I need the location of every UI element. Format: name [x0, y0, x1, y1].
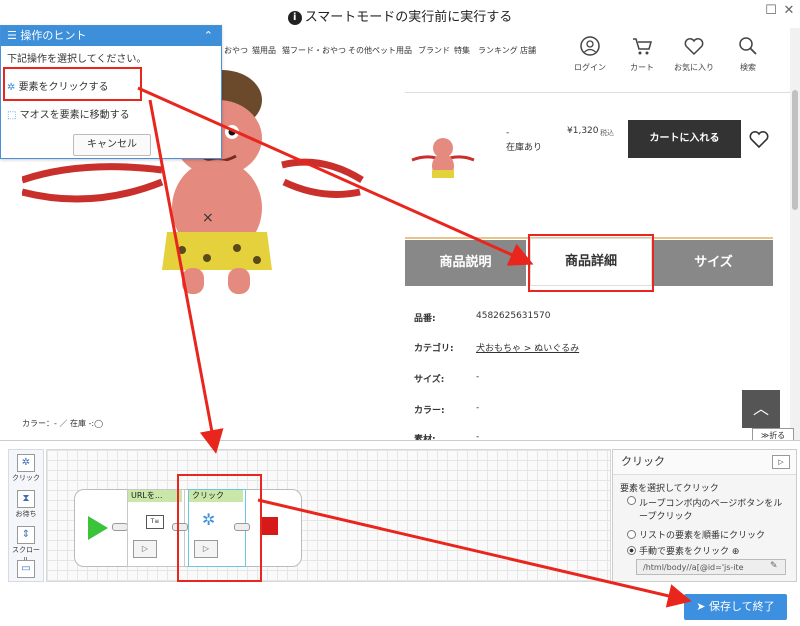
radio-icon [627, 530, 636, 539]
hint-header: ☰ 操作のヒント ⌃ [1, 26, 221, 46]
send-icon: ➤ [696, 600, 710, 613]
nav-item-feature[interactable]: 特集 [454, 45, 470, 56]
radio-manual-click[interactable]: 手動で要素をクリック ⊕ [627, 544, 739, 557]
click-icon: ✲ [17, 454, 35, 472]
nav-item-ranking[interactable]: ランキング [478, 45, 518, 56]
scrollbar-thumb[interactable] [792, 90, 798, 210]
window-icon: ▭ [17, 560, 35, 578]
play-icon[interactable]: ▷ [772, 455, 790, 469]
highlight-option-click [3, 67, 142, 101]
product-name: - [506, 128, 510, 138]
highlight-tab-details [528, 234, 654, 292]
palette-click-label: クリック [12, 474, 40, 482]
node-open-url-play[interactable]: ▷ [133, 540, 157, 558]
detail-key-category: カテゴリ: [414, 344, 454, 354]
price: ¥1,320 [567, 126, 599, 136]
cart-icon [633, 38, 652, 55]
action-palette: ✲クリック ⧗お待ち ⇕スクロール ▭ [8, 449, 44, 582]
nav-item-brand[interactable]: ブランド [418, 45, 450, 56]
tab-size[interactable]: サイズ [654, 240, 773, 286]
save-and-exit-button[interactable]: ➤ 保存して終了 [684, 594, 787, 620]
tab-description[interactable]: 商品説明 [405, 240, 526, 286]
detail-key-color: カラー: [414, 406, 445, 416]
favorites-link[interactable]: お気に入り [674, 35, 714, 73]
search-label: 検索 [740, 63, 756, 72]
back-to-top-button[interactable]: ︿ [742, 390, 780, 428]
collapse-label: 折る [769, 431, 786, 440]
nav-item-other-pet[interactable]: その他ペット用品 [348, 45, 412, 56]
login-link[interactable]: ログイン [570, 35, 610, 73]
nav-item-cat-food[interactable]: 猫フード・おやつ [282, 45, 346, 56]
properties-title: クリック ▷ [613, 450, 796, 475]
search-link[interactable]: 検索 [728, 35, 768, 73]
save-and-exit-label: 保存して終了 [709, 600, 775, 613]
window-title: i スマートモードの実行前に実行する [0, 6, 800, 25]
search-icon [739, 37, 757, 55]
edit-pencil-icon[interactable]: ✎ [770, 561, 778, 571]
node-open-url-label: URLを... [128, 490, 182, 502]
detail-value-color: - [476, 403, 480, 413]
window-title-text: スマートモードの実行前に実行する [304, 10, 513, 25]
hourglass-icon: ⧗ [17, 490, 35, 508]
stock-status: 在庫あり [506, 143, 543, 153]
login-label: ログイン [574, 63, 606, 72]
detail-value-size: - [476, 372, 480, 382]
xpath-field[interactable]: /html/body//a[@id='js-ite [636, 559, 786, 575]
detail-value-sku: 4582625631570 [476, 311, 551, 321]
radio-manual-click-label: 手動で要素をクリック [639, 547, 730, 557]
mouse-move-icon: ⬚ [7, 110, 20, 121]
chevron-up-icon[interactable]: ⌃ [204, 26, 213, 46]
palette-wait[interactable]: ⧗ お待ち [9, 490, 43, 519]
webpage-icon: T≡ [146, 515, 164, 529]
properties-section-label: 要素を選択してクリック [620, 484, 719, 494]
radio-loop-click-label: ループコンボ内のページボタンをループクリック [639, 499, 783, 522]
color-stock-line: カラー：- ／ 在庫 -:◯ [22, 419, 104, 428]
palette-more[interactable]: ▭ [9, 560, 43, 579]
scroll-icon: ⇕ [17, 526, 35, 544]
option-move-mouse[interactable]: ⬚ マオスを要素に移動する [7, 106, 130, 121]
heart-icon [684, 38, 704, 56]
favorite-heart-icon[interactable] [748, 128, 770, 150]
cart-label: カート [630, 63, 654, 72]
divider [405, 92, 790, 93]
cart-link[interactable]: カート [622, 35, 662, 73]
detail-value-category[interactable]: 犬おもちゃ > ぬいぐるみ [476, 341, 579, 354]
palette-wait-label: お待ち [15, 510, 37, 518]
connector [112, 523, 128, 531]
highlight-node-click [177, 474, 262, 582]
user-icon [580, 36, 600, 56]
nav-item-cat-goods[interactable]: 猫用品 [252, 45, 276, 56]
nav-item-store[interactable]: 店舗 [520, 45, 536, 56]
start-play-icon [88, 516, 108, 540]
product-thumbnail[interactable] [410, 130, 476, 188]
maximize-icon[interactable]: ☐ [764, 4, 778, 18]
radio-loop-click[interactable]: ループコンボ内のページボタンをループクリック [627, 496, 789, 522]
add-to-cart-button[interactable]: カートに入れる [628, 120, 741, 158]
radio-list-click[interactable]: リストの要素を順番にクリック [627, 528, 765, 541]
radio-list-click-label: リストの要素を順番にクリック [639, 531, 766, 541]
palette-click[interactable]: ✲ クリック [9, 454, 43, 483]
favorites-label: お気に入り [674, 63, 714, 72]
detail-key-size: サイズ: [414, 375, 445, 385]
chevron-double-down-icon: ≫ [760, 431, 770, 440]
nav-item-snack[interactable]: おやつ [224, 45, 248, 56]
properties-title-text: クリック [621, 455, 665, 468]
stop-icon [260, 517, 278, 535]
info-icon: i [287, 11, 302, 25]
hint-subtitle: 下記操作を選択してください。 [7, 54, 147, 65]
target-icon: ⊕ [731, 547, 740, 557]
radio-icon [627, 496, 636, 505]
option-move-label: マオスを要素に移動する [19, 110, 130, 121]
detail-key-sku: 品番: [414, 314, 436, 324]
svg-text:×: × [202, 210, 214, 226]
radio-checked-icon [627, 546, 636, 555]
close-icon[interactable]: ✕ [782, 4, 796, 18]
list-icon: ☰ [7, 29, 21, 42]
cancel-button[interactable]: キャンセル [73, 134, 151, 156]
hint-title: 操作のヒント [20, 29, 87, 42]
tax-label: 税込 [600, 129, 614, 137]
